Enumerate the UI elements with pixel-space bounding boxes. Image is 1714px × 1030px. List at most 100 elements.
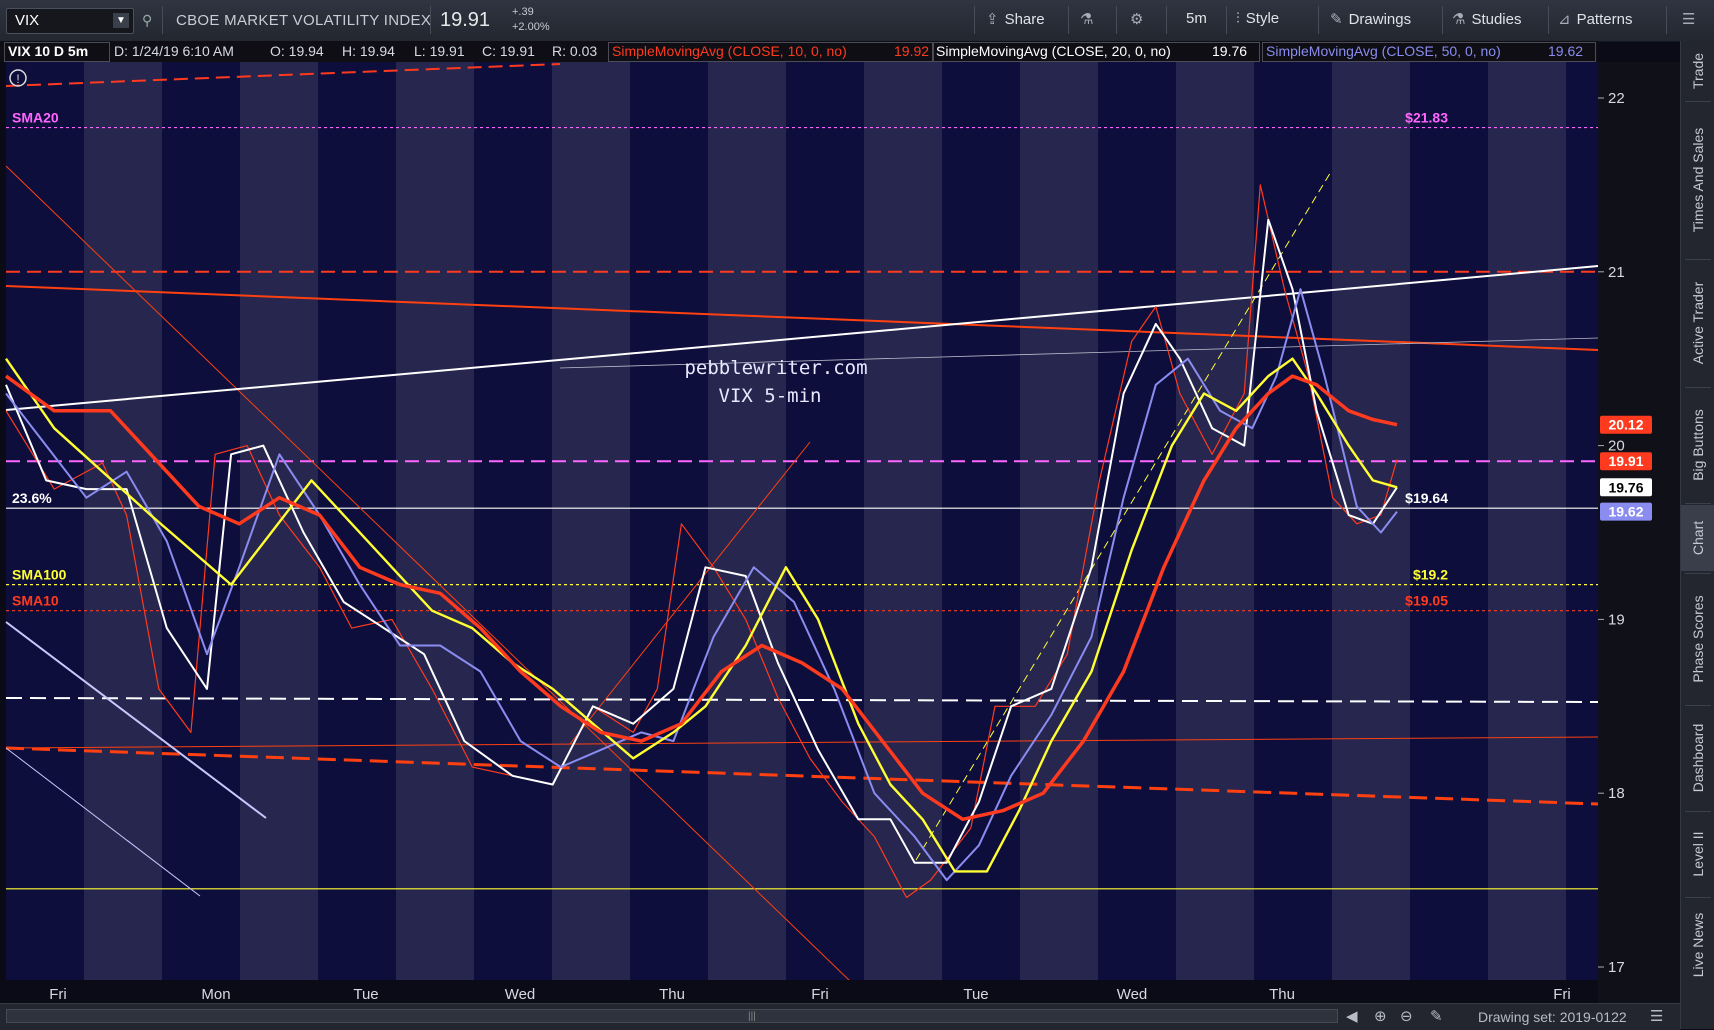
x-tick-label: Wed <box>505 986 536 1003</box>
candles-icon: ⫶ <box>1236 10 1240 27</box>
x-tick-label: Fri <box>811 986 829 1003</box>
alert-icon-mark: ! <box>16 72 19 86</box>
gear-icon: ⚙ <box>1130 11 1144 28</box>
x-tick-label: Fri <box>1553 986 1571 1003</box>
symbol-description: CBOE MARKET VOLATILITY INDEX <box>176 12 432 29</box>
interval-button[interactable]: 5m <box>1186 10 1207 27</box>
drawing-set-label[interactable]: Drawing set: 2019-0122 <box>1478 1009 1627 1025</box>
sma50-value: 19.62 <box>1548 43 1584 59</box>
last-price: 19.91 <box>440 9 491 31</box>
share-label: Share <box>1004 11 1045 28</box>
nav-trade[interactable]: Trade <box>1681 41 1714 101</box>
divider <box>1548 6 1549 34</box>
arrow-left-icon[interactable]: ◀ <box>1346 1007 1358 1025</box>
sma10-label[interactable]: SimpleMovingAvg (CLOSE, 10, 0, no) <box>612 43 847 59</box>
nav-phase-scores[interactable]: Phase Scores <box>1681 575 1714 703</box>
nav-active-trader[interactable]: Active Trader <box>1681 261 1714 385</box>
divider <box>1685 811 1711 812</box>
reference-line-label: SMA20 <box>12 110 59 126</box>
bar-open: O: 19.94 <box>270 43 324 59</box>
drawings-button[interactable]: ✎ Drawings <box>1330 10 1411 28</box>
price-badge-label: 19.91 <box>1608 453 1643 469</box>
x-tick-label: Fri <box>49 986 67 1003</box>
chart-subtitle: VIX 5-min <box>719 385 822 407</box>
session-band <box>1176 62 1254 980</box>
reference-line-label: SMA10 <box>12 593 59 609</box>
nav-times-and-sales[interactable]: Times And Sales <box>1681 103 1714 257</box>
divider <box>162 6 163 34</box>
divider <box>1166 6 1167 34</box>
divider <box>1685 705 1711 706</box>
link-icon[interactable]: ⚲ <box>142 12 152 29</box>
divider <box>974 6 975 34</box>
patterns-label: Patterns <box>1576 11 1633 28</box>
share-icon: ⇪ <box>986 11 999 28</box>
divider <box>1226 6 1227 34</box>
price-badge-label: 19.62 <box>1608 504 1643 520</box>
chart-title: pebblewriter.com <box>684 357 867 379</box>
pct-change: +2.00% <box>512 21 550 33</box>
flask-button[interactable]: ⚗ <box>1080 10 1099 28</box>
patterns-button[interactable]: ⊿ Patterns <box>1558 10 1632 28</box>
patterns-icon: ⊿ <box>1558 11 1571 28</box>
reference-line-price: $19.05 <box>1405 593 1448 609</box>
nav-level-ii[interactable]: Level II <box>1681 813 1714 895</box>
crosshair-icon[interactable]: ⊕ <box>1374 1007 1387 1025</box>
price-chart[interactable]: SMA20 $21.83 23.6% $19.64 SMA100 $19.2 SMA10 $1… <box>0 62 1680 1003</box>
drawings-label: Drawings <box>1348 11 1412 28</box>
symbol-selector[interactable]: VIX ▼ <box>6 8 134 34</box>
share-button[interactable]: ⇪ Share <box>986 10 1045 28</box>
studies-button[interactable]: ⚗ Studies <box>1452 10 1522 28</box>
bar-close: C: 19.91 <box>482 43 535 59</box>
horizontal-scrollbar[interactable] <box>6 1009 1338 1023</box>
symbol-text: VIX <box>15 12 40 29</box>
x-tick-label: Thu <box>659 986 685 1003</box>
nav-chart[interactable]: Chart <box>1681 505 1714 571</box>
divider <box>1685 503 1711 504</box>
session-band <box>1020 62 1098 980</box>
x-tick-label: Wed <box>1117 986 1148 1003</box>
session-band <box>1488 62 1566 980</box>
divider <box>430 6 431 34</box>
settings-button[interactable]: ⚙ <box>1130 10 1149 28</box>
divider <box>1116 6 1117 34</box>
divider <box>1068 6 1069 34</box>
menu-icon[interactable]: ☰ <box>1650 1007 1663 1025</box>
right-side-nav: Trade Times And Sales Active Trader Big … <box>1680 41 1714 1029</box>
sma10-value: 19.92 <box>894 43 930 59</box>
nav-live-news[interactable]: Live News <box>1681 899 1714 991</box>
chevron-down-icon[interactable]: ▼ <box>113 13 129 28</box>
nav-dashboard[interactable]: Dashboard <box>1681 707 1714 809</box>
reference-line-price: $19.2 <box>1413 567 1448 583</box>
sma20-label[interactable]: SimpleMovingAvg (CLOSE, 20, 0, no) <box>936 43 1171 59</box>
style-button[interactable]: ⫶ Style <box>1236 10 1279 27</box>
divider <box>1685 101 1711 102</box>
y-tick-label: 19 <box>1608 611 1625 628</box>
sma20-value: 19.76 <box>1212 43 1248 59</box>
reference-line-price: $21.83 <box>1405 110 1448 126</box>
time-axis <box>0 980 1598 1003</box>
pencil-icon[interactable]: ✎ <box>1430 1007 1443 1025</box>
divider <box>1318 6 1319 34</box>
scroll-grip-icon[interactable]: ||| <box>748 1011 756 1022</box>
studies-label: Studies <box>1471 11 1522 28</box>
nav-big-buttons[interactable]: Big Buttons <box>1681 389 1714 501</box>
divider <box>1685 259 1711 260</box>
flask-icon: ⚗ <box>1452 11 1466 28</box>
zoom-icon[interactable]: ⊖ <box>1400 1007 1413 1025</box>
divider <box>1442 6 1443 34</box>
menu-button[interactable]: ☰ <box>1682 10 1701 28</box>
session-band <box>396 62 474 980</box>
y-tick-label: 18 <box>1608 785 1625 802</box>
reference-line-price: $19.64 <box>1405 490 1448 506</box>
price-badge-label: 19.76 <box>1608 479 1643 495</box>
sma50-label[interactable]: SimpleMovingAvg (CLOSE, 50, 0, no) <box>1266 43 1501 59</box>
bar-low: L: 19.91 <box>414 43 465 59</box>
y-tick-label: 22 <box>1608 90 1625 107</box>
x-tick-label: Tue <box>353 986 378 1003</box>
x-tick-label: Tue <box>963 986 988 1003</box>
x-tick-label: Thu <box>1269 986 1295 1003</box>
flask-icon: ⚗ <box>1080 11 1094 28</box>
reference-line-label: 23.6% <box>12 490 52 506</box>
session-band <box>84 62 162 980</box>
